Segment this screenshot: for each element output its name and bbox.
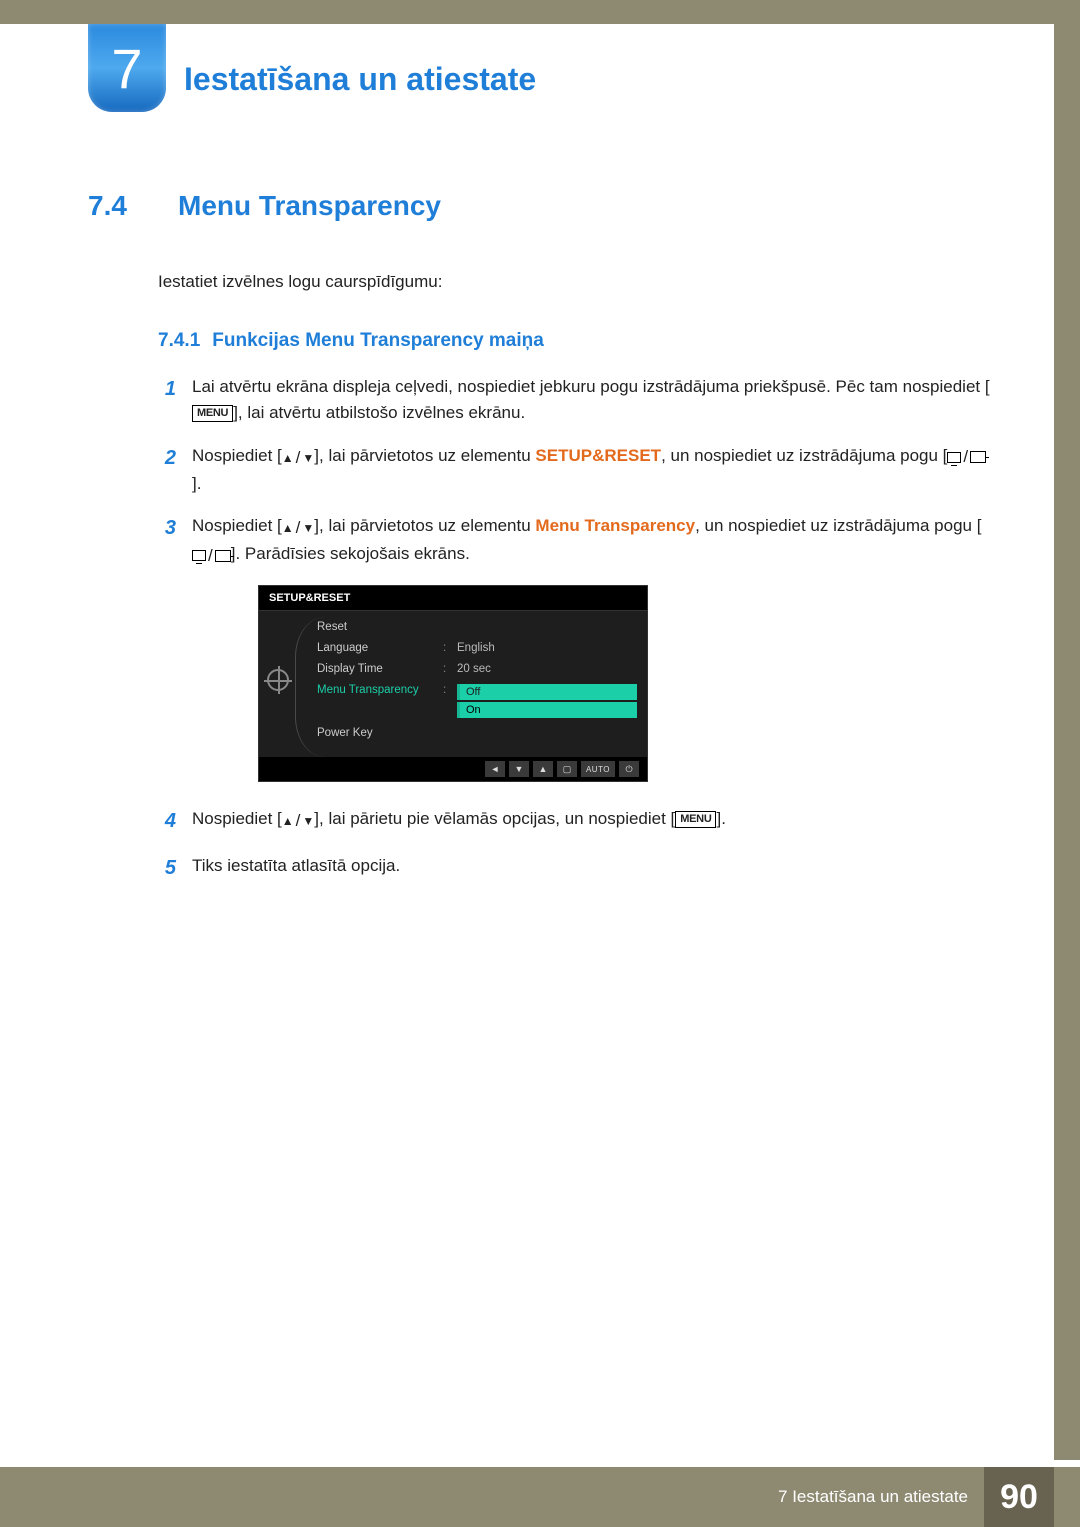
osd-btn-power-icon: ⏻ [619, 761, 639, 777]
osd-body: Reset Language : English Display Time : … [259, 611, 647, 757]
highlight-menu-transparency: Menu Transparency [535, 516, 695, 535]
step-number: 3 [158, 513, 176, 569]
step-5: 5 Tiks iestatīta atlasītā opcija. [158, 853, 990, 884]
text: Lai atvērtu ekrāna displeja ceļvedi, nos… [192, 377, 990, 396]
steps-list: 1 Lai atvērtu ekrāna displeja ceļvedi, n… [158, 374, 990, 884]
step-4: 4 Nospiediet [▲/▼], lai pārietu pie vēla… [158, 806, 990, 837]
up-down-arrow-icon: ▲/▼ [282, 808, 315, 834]
gear-icon [267, 669, 289, 691]
chapter-header: 7 Iestatīšana un atiestate [88, 24, 536, 112]
footer-chapter-label: 7 Iestatīšana un atiestate [778, 1487, 968, 1507]
osd-value: 20 sec [457, 663, 491, 675]
text: ], lai atvērtu atbilstošo izvēlnes ekrān… [233, 403, 525, 422]
osd-arc-decor [295, 617, 325, 757]
step-number: 2 [158, 443, 176, 498]
osd-row-power-key: Power Key [317, 727, 637, 739]
text: Tiks iestatīta atlasītā opcija. [192, 856, 400, 875]
osd-row-reset: Reset [317, 621, 637, 633]
text: ], lai pārietu pie vēlamās opcijas, un n… [314, 809, 675, 828]
highlight-setup-reset: SETUP&RESET [535, 446, 661, 465]
osd-label: Language [317, 642, 437, 654]
osd-footer-buttons: ◄ ▼ ▲ ▢ AUTO ⏻ [259, 757, 647, 781]
osd-row-menu-transparency: Menu Transparency : Off On [317, 684, 637, 718]
osd-btn-up-icon: ▲ [533, 761, 553, 777]
step-number: 1 [158, 374, 176, 427]
subsection-title: Funkcijas Menu Transparency maiņa [212, 330, 544, 352]
menu-key-icon: MENU [192, 405, 233, 422]
osd-row-display-time: Display Time : 20 sec [317, 663, 637, 675]
osd-value: English [457, 642, 495, 654]
text: ], lai pārvietotos uz elementu [314, 516, 535, 535]
step-body: Nospiediet [▲/▼], lai pārvietotos uz ele… [192, 443, 990, 498]
osd-label: Reset [317, 621, 437, 633]
text: ], lai pārvietotos uz elementu [314, 446, 535, 465]
step-number: 5 [158, 853, 176, 884]
menu-key-icon: MENU [675, 811, 716, 828]
text: , un nospiediet uz izstrādājuma pogu [ [661, 446, 947, 465]
colon: : [443, 642, 451, 654]
footer-page-number: 90 [984, 1467, 1054, 1527]
top-bar [0, 0, 1080, 24]
osd-screenshot: SETUP&RESET Reset Language : English [258, 585, 648, 782]
osd-btn-left-icon: ◄ [485, 761, 505, 777]
section-number: 7.4 [88, 190, 148, 222]
step-number: 4 [158, 806, 176, 837]
colon: : [443, 663, 451, 675]
page-footer: 7 Iestatīšana un atiestate 90 [0, 1467, 1080, 1527]
chapter-title: Iestatīšana un atiestate [184, 61, 536, 98]
subsection-number: 7.4.1 [158, 330, 200, 352]
text: Nospiediet [ [192, 809, 282, 828]
osd-btn-down-icon: ▼ [509, 761, 529, 777]
step-body: Nospiediet [▲/▼], lai pārietu pie vēlamā… [192, 806, 990, 837]
up-down-arrow-icon: ▲/▼ [282, 515, 315, 541]
osd-menu-list: Reset Language : English Display Time : … [317, 621, 637, 739]
osd-option-list: Off On [457, 684, 637, 718]
osd-label: Display Time [317, 663, 437, 675]
side-bar [1054, 0, 1080, 1460]
osd-label: Power Key [317, 727, 437, 739]
step-body: Tiks iestatīta atlasītā opcija. [192, 853, 990, 884]
section-heading: 7.4 Menu Transparency [88, 190, 990, 222]
osd-btn-enter-icon: ▢ [557, 761, 577, 777]
enter-source-icon: / [192, 543, 231, 569]
section-title: Menu Transparency [178, 190, 441, 222]
osd-row-language: Language : English [317, 642, 637, 654]
step-1: 1 Lai atvērtu ekrāna displeja ceļvedi, n… [158, 374, 990, 427]
text: , un nospiediet uz izstrādājuma pogu [ [695, 516, 981, 535]
content-area: 7.4 Menu Transparency Iestatiet izvēlnes… [88, 190, 990, 900]
text: ]. [716, 809, 725, 828]
subsection-heading: 7.4.1 Funkcijas Menu Transparency maiņa [158, 330, 990, 352]
osd-label-active: Menu Transparency [317, 684, 437, 696]
osd-option-on: On [457, 702, 637, 718]
step-2: 2 Nospiediet [▲/▼], lai pārvietotos uz e… [158, 443, 990, 498]
section-intro: Iestatiet izvēlnes logu caurspīdīgumu: [158, 272, 990, 292]
step-body: Lai atvērtu ekrāna displeja ceļvedi, nos… [192, 374, 990, 427]
text: Nospiediet [ [192, 516, 282, 535]
text: ]. [192, 474, 201, 493]
osd-icon-column [267, 621, 289, 739]
enter-source-icon: / [947, 444, 986, 470]
step-body: Nospiediet [▲/▼], lai pārvietotos uz ele… [192, 513, 990, 569]
step-3: 3 Nospiediet [▲/▼], lai pārvietotos uz e… [158, 513, 990, 569]
colon: : [443, 684, 451, 696]
osd-title: SETUP&RESET [259, 586, 647, 611]
osd-option-off: Off [457, 684, 637, 700]
chapter-number-badge: 7 [88, 24, 166, 112]
osd-btn-auto: AUTO [581, 761, 615, 777]
up-down-arrow-icon: ▲/▼ [282, 445, 315, 471]
text: ]. Parādīsies sekojošais ekrāns. [231, 544, 470, 563]
text: Nospiediet [ [192, 446, 282, 465]
